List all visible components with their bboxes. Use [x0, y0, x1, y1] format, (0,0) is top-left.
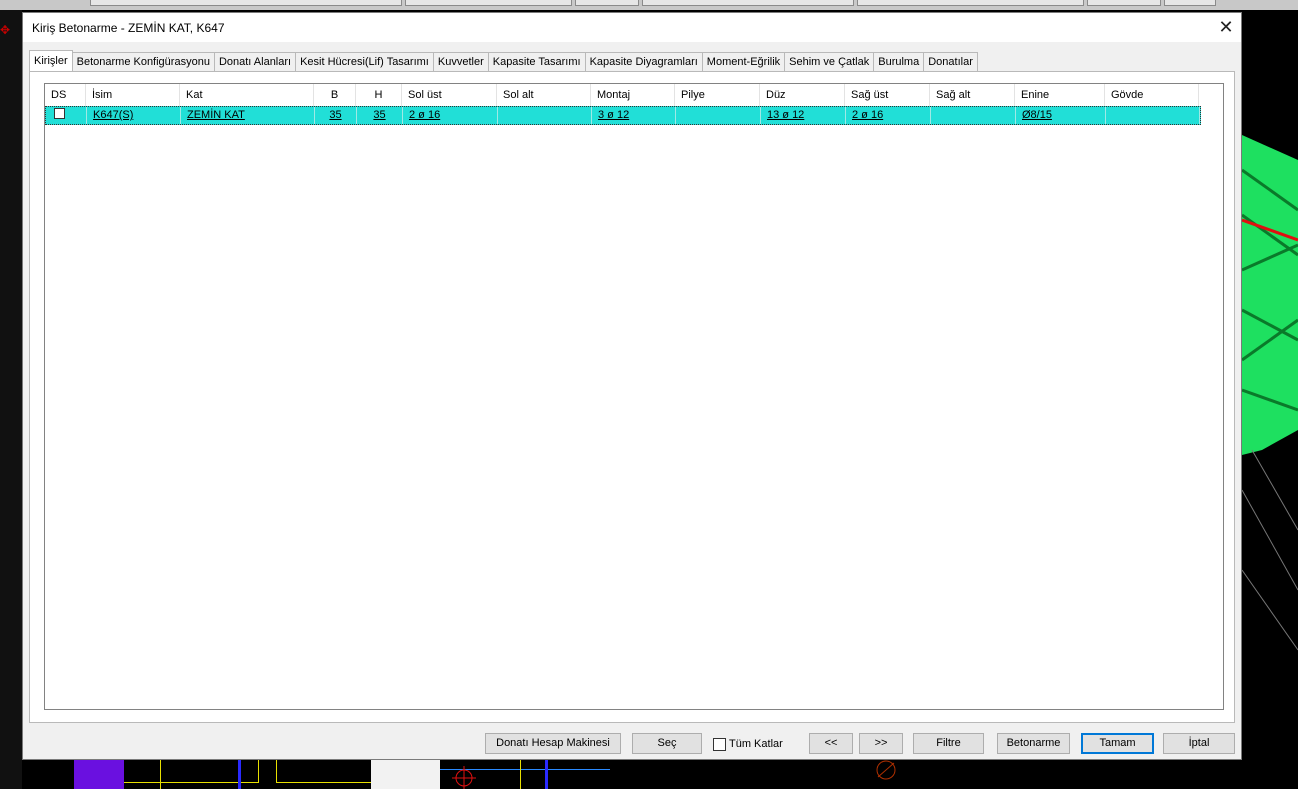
- cell-sol-alt[interactable]: [498, 107, 592, 124]
- background-symbol-icon: [876, 760, 896, 780]
- tab-kesit-hucresi-tasarimi[interactable]: Kesit Hücresi(Lif) Tasarımı: [296, 52, 434, 73]
- background-3d-model-view: [1242, 10, 1298, 789]
- column-header-kat[interactable]: Kat: [180, 84, 314, 106]
- background-tab: [575, 0, 639, 6]
- cell-kat[interactable]: ZEMİN KAT: [181, 107, 315, 124]
- tum-katlar-option[interactable]: Tüm Katlar: [713, 736, 783, 752]
- cell-h[interactable]: 35: [357, 107, 403, 124]
- column-header-pilye[interactable]: Pilye: [675, 84, 760, 106]
- tab-kirisler[interactable]: Kirişler: [29, 50, 73, 73]
- column-header-montaj[interactable]: Montaj: [591, 84, 675, 106]
- ds-cell: [46, 107, 87, 124]
- column-header-h[interactable]: H: [356, 84, 402, 106]
- sec-button[interactable]: Seç: [632, 733, 702, 754]
- tab-donatilar[interactable]: Donatılar: [924, 52, 978, 73]
- tab-moment-egrilik[interactable]: Moment-Eğrilik: [702, 52, 786, 73]
- cell-sag-ust[interactable]: 2 ø 16: [846, 107, 931, 124]
- iptal-button[interactable]: İptal: [1163, 733, 1235, 754]
- table-row[interactable]: K647(S) ZEMİN KAT 35 35 2 ø 16 3 ø 12 13…: [45, 106, 1201, 125]
- column-header-enine[interactable]: Enine: [1015, 84, 1105, 106]
- background-taskbar: [0, 0, 1298, 10]
- tab-kapasite-tasarimi[interactable]: Kapasite Tasarımı: [488, 52, 586, 73]
- column-header-ds[interactable]: DS: [45, 84, 86, 106]
- column-header-sol-alt[interactable]: Sol alt: [497, 84, 591, 106]
- filtre-button[interactable]: Filtre: [913, 733, 984, 754]
- cell-b[interactable]: 35: [315, 107, 357, 124]
- tum-katlar-label: Tüm Katlar: [729, 738, 783, 750]
- tab-betonarme-konfigurasyonu[interactable]: Betonarme Konfigürasyonu: [72, 52, 215, 73]
- column-header-isim[interactable]: İsim: [86, 84, 180, 106]
- cell-govde[interactable]: [1106, 107, 1200, 124]
- background-left-toolbar: ✥: [0, 10, 22, 789]
- kiris-betonarme-dialog: Kiriş Betonarme - ZEMİN KAT, K647 ✕ Kiri…: [22, 12, 1242, 760]
- background-drawing-line: [258, 760, 259, 782]
- background-drawing-line: [520, 760, 521, 789]
- tab-burulma[interactable]: Burulma: [874, 52, 925, 73]
- background-tab: [642, 0, 854, 6]
- kirisler-tab-panel: DS İsim Kat B H Sol üst Sol alt Montaj P…: [29, 71, 1235, 723]
- column-header-govde[interactable]: Gövde: [1105, 84, 1199, 106]
- previous-button[interactable]: <<: [809, 733, 853, 754]
- green-frame-model-icon: [1242, 135, 1298, 651]
- cell-enine[interactable]: Ø8/15: [1016, 107, 1106, 124]
- app-logo-icon: ✥: [0, 23, 11, 37]
- cell-montaj[interactable]: 3 ø 12: [592, 107, 676, 124]
- tamam-button[interactable]: Tamam: [1081, 733, 1154, 754]
- tab-donati-alanlari[interactable]: Donatı Alanları: [214, 52, 297, 73]
- background-tab: [857, 0, 1084, 6]
- background-drawing-area: [22, 760, 1298, 789]
- tab-kapasite-diyagramlari[interactable]: Kapasite Diyagramları: [585, 52, 703, 73]
- background-drawing-line: [276, 760, 277, 782]
- title-bar: Kiriş Betonarme - ZEMİN KAT, K647 ✕: [23, 13, 1241, 42]
- column-header-duz[interactable]: Düz: [760, 84, 845, 106]
- background-drawing-line: [160, 760, 161, 789]
- background-tab: [90, 0, 402, 6]
- tab-strip: Kirişler Betonarme Konfigürasyonu Donatı…: [29, 50, 978, 73]
- donati-hesap-makinesi-button[interactable]: Donatı Hesap Makinesi: [485, 733, 621, 754]
- next-button[interactable]: >>: [859, 733, 903, 754]
- grid-header: DS İsim Kat B H Sol üst Sol alt Montaj P…: [45, 84, 1199, 107]
- background-drawing-line: [238, 760, 241, 789]
- tab-sehim-ve-catlak[interactable]: Sehim ve Çatlak: [785, 52, 875, 73]
- cell-sag-alt[interactable]: [931, 107, 1016, 124]
- column-header-sag-alt[interactable]: Sağ alt: [930, 84, 1015, 106]
- cell-duz[interactable]: 13 ø 12: [761, 107, 846, 124]
- background-axis-marker-icon: [452, 766, 476, 789]
- background-drawing-block: [74, 760, 124, 789]
- cell-sol-ust[interactable]: 2 ø 16: [403, 107, 498, 124]
- window-title: Kiriş Betonarme - ZEMİN KAT, K647: [32, 21, 225, 35]
- background-drawing-line: [276, 782, 371, 783]
- beam-grid[interactable]: DS İsim Kat B H Sol üst Sol alt Montaj P…: [44, 83, 1224, 710]
- tab-kuvvetler[interactable]: Kuvvetler: [433, 52, 489, 73]
- background-drawing-line: [545, 760, 548, 789]
- column-header-sol-ust[interactable]: Sol üst: [402, 84, 497, 106]
- column-header-b[interactable]: B: [314, 84, 356, 106]
- background-drawing-label: [371, 760, 440, 789]
- cell-isim[interactable]: K647(S): [87, 107, 181, 124]
- background-tab: [1087, 0, 1161, 6]
- betonarme-button[interactable]: Betonarme: [997, 733, 1070, 754]
- column-header-sag-ust[interactable]: Sağ üst: [845, 84, 930, 106]
- ds-checkbox[interactable]: [54, 108, 65, 119]
- close-icon[interactable]: ✕: [1211, 13, 1241, 42]
- tum-katlar-checkbox[interactable]: [713, 737, 726, 751]
- cell-pilye[interactable]: [676, 107, 761, 124]
- background-tab: [405, 0, 572, 6]
- background-tab: [1164, 0, 1216, 6]
